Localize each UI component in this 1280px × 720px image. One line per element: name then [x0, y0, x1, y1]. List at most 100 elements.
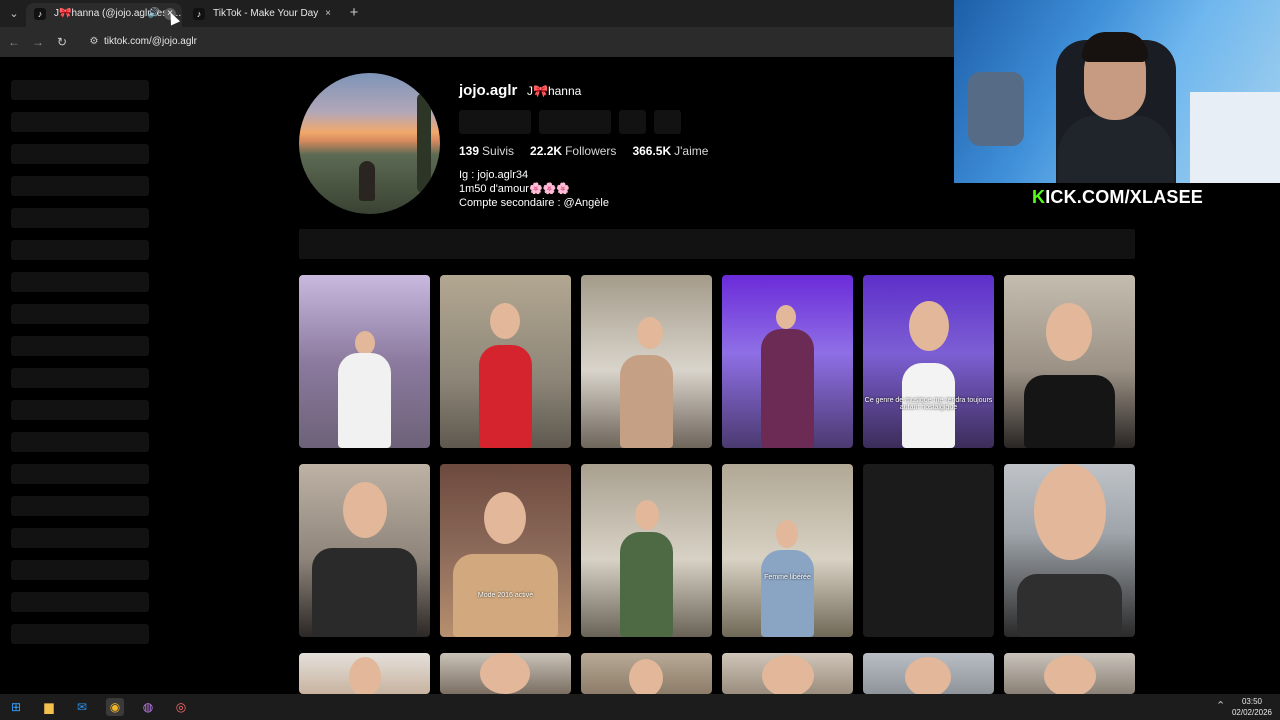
thumb-person-head	[1034, 464, 1106, 560]
speaker-icon[interactable]: 🔊	[148, 3, 160, 25]
video-thumbnail[interactable]	[440, 653, 571, 694]
video-thumbnail[interactable]	[299, 275, 430, 448]
tab-title: J🎀hanna (@jojo.aglr) est ...	[54, 8, 182, 19]
arrow-left-icon[interactable]: ←	[6, 34, 22, 50]
arrow-right-icon[interactable]: →	[30, 34, 46, 50]
followers-label: Followers	[565, 144, 617, 158]
video-caption: Femme libérée	[764, 574, 811, 581]
system-clock[interactable]: 03:50 02/02/2026	[1228, 696, 1276, 718]
windows-taskbar: ⊞ ▆ ✉ ◉ ◍ ◎ ⌃ 03:50 02/02/2026	[0, 694, 1280, 720]
video-thumbnail[interactable]	[440, 275, 571, 448]
video-thumbnail[interactable]	[863, 653, 994, 694]
thumb-person-body	[761, 329, 814, 448]
video-thumbnail-loading[interactable]	[863, 464, 994, 637]
thumb-person-body	[479, 345, 532, 448]
thumb-person-head	[762, 655, 814, 694]
following-label: Suivis	[482, 144, 515, 158]
skeleton-bar	[11, 624, 149, 644]
following-count[interactable]: 139	[459, 144, 479, 158]
bio-line: Ig : jojo.aglr34	[459, 169, 529, 181]
video-thumbnail[interactable]	[581, 275, 712, 448]
thumb-person-head	[484, 492, 526, 544]
video-caption: Mode 2016 activé	[477, 592, 534, 599]
tune-icon[interactable]: ⚙	[86, 34, 102, 50]
video-thumbnail[interactable]	[299, 464, 430, 637]
browser-toolbar: ← → ↻ ⚙ tiktok.com/@jojo.aglr	[0, 27, 954, 57]
thumb-person-body	[620, 355, 673, 448]
thumb-person-head	[629, 659, 663, 694]
tab-search-chevron-icon[interactable]: ⌄	[6, 6, 22, 22]
kick-logo-letter: K	[1032, 187, 1046, 207]
video-thumbnail[interactable]	[581, 653, 712, 694]
video-thumbnail[interactable]	[1004, 275, 1135, 448]
thumb-person-head	[349, 657, 381, 694]
bio-line: Compte secondaire : @Angèle	[459, 197, 609, 209]
browser-tab-strip: ⌄ ♪ J🎀hanna (@jojo.aglr) est ... 🔊 × ♪ T…	[0, 0, 954, 27]
thumb-person-head	[480, 653, 530, 694]
skeleton-bar	[11, 208, 149, 228]
thumb-person-head	[637, 317, 663, 349]
thumb-person-body	[761, 550, 814, 637]
thumb-person-body	[312, 548, 417, 637]
thumb-person-head	[776, 520, 798, 548]
thumb-person-head	[490, 303, 520, 339]
video-thumbnail[interactable]	[581, 464, 712, 637]
skeleton-bar	[11, 560, 149, 580]
thumb-person-head	[1044, 655, 1096, 694]
skeleton-bar	[11, 400, 149, 420]
video-thumbnail[interactable]	[722, 275, 853, 448]
avatar-tree	[417, 93, 431, 193]
skeleton-bar	[11, 272, 149, 292]
likes-count: 366.5K	[632, 144, 672, 158]
video-thumbnail[interactable]	[1004, 464, 1135, 637]
thumb-person-head	[343, 482, 387, 538]
tiktok-favicon-icon: ♪	[34, 8, 46, 20]
avatar-person	[359, 161, 375, 201]
bio-line: 1m50 d'amour🌸🌸🌸	[459, 183, 571, 195]
video-thumbnail[interactable]: Ce genre de musique me rendra toujours a…	[863, 275, 994, 448]
chevron-up-icon[interactable]: ⌃	[1216, 699, 1225, 712]
skeleton-bar	[11, 528, 149, 548]
streamer-shirt	[1058, 115, 1174, 183]
skeleton-bar	[11, 592, 149, 612]
video-caption: Ce genre de musique me rendra toujours a…	[864, 397, 993, 411]
streamer-webcam	[954, 0, 1280, 183]
address-bar[interactable]: ⚙ tiktok.com/@jojo.aglr	[82, 31, 952, 53]
thumb-person-head	[905, 657, 951, 694]
video-thumbnail[interactable]	[722, 653, 853, 694]
skeleton-bar	[11, 144, 149, 164]
url-text[interactable]: tiktok.com/@jojo.aglr	[104, 31, 197, 53]
video-thumbnail[interactable]: Femme libérée	[722, 464, 853, 637]
thumb-person-body	[1017, 574, 1122, 637]
kick-channel-overlay: KICK.COM/XLASEE	[1032, 187, 1203, 208]
followers-count[interactable]: 22.2K	[530, 144, 562, 158]
thumb-person-body	[620, 532, 673, 637]
profile-bio: Ig : jojo.aglr34 1m50 d'amour🌸🌸🌸 Compte …	[459, 168, 609, 210]
video-thumbnail[interactable]	[1004, 653, 1135, 694]
skeleton-bar	[11, 464, 149, 484]
file-explorer-icon[interactable]: ▆	[40, 698, 58, 716]
obs-icon[interactable]: ◎	[172, 698, 190, 716]
windows-start-icon[interactable]: ⊞	[7, 698, 25, 716]
thumb-person-head	[1046, 303, 1092, 361]
profile-tabs-placeholder	[299, 229, 1135, 259]
reload-icon[interactable]: ↻	[54, 34, 70, 50]
close-tab-icon[interactable]: ×	[322, 8, 334, 20]
profile-stats: 139 Suivis 22.2K Followers 366.5K J'aime	[459, 144, 724, 158]
tab-title: TikTok - Make Your Day	[213, 8, 319, 19]
new-tab-plus-icon[interactable]: +	[346, 5, 362, 21]
follow-button-placeholder	[459, 110, 531, 134]
message-button-placeholder	[539, 110, 611, 134]
tab-tiktok-profile[interactable]: ♪ J🎀hanna (@jojo.aglr) est ... 🔊 ×	[26, 3, 182, 27]
profile-avatar[interactable]	[299, 73, 440, 214]
chrome-icon[interactable]: ◉	[106, 698, 124, 716]
outlook-icon[interactable]: ✉	[73, 698, 91, 716]
profile-username: jojo.aglr	[459, 82, 518, 99]
skeleton-bar	[11, 240, 149, 260]
video-thumbnail[interactable]: Mode 2016 activé	[440, 464, 571, 637]
thumb-person-head	[909, 301, 949, 351]
tab-tiktok-home[interactable]: ♪ TikTok - Make Your Day ×	[185, 3, 340, 27]
video-thumbnail[interactable]	[299, 653, 430, 694]
more-button-placeholder	[654, 110, 681, 134]
discord-icon[interactable]: ◍	[139, 698, 157, 716]
